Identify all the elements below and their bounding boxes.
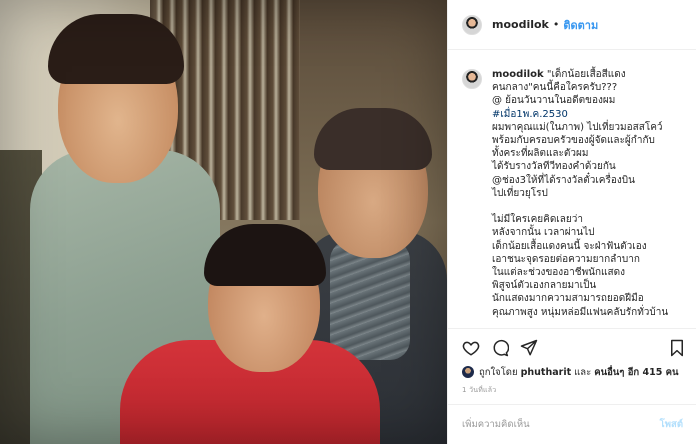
caption-text: moodilok "เด็กน้อยเสื้อสีแดง คนกลาง"คนนี… — [492, 68, 682, 319]
likes-others-link[interactable]: คนอื่นๆ อีก 415 คน — [594, 365, 678, 380]
likes-summary: ถูกใจโดย phutharit และ คนอื่นๆ อีก 415 ค… — [462, 365, 692, 379]
caption-line-4: ผมพาคุณแม่(ในภาพ) ไปเที่ยวมอสสโคว์ — [492, 121, 663, 133]
post-timestamp[interactable]: 1 วันที่แล้ว — [462, 385, 496, 396]
bookmark-icon[interactable] — [668, 339, 686, 357]
header-username[interactable]: moodilok — [492, 18, 549, 31]
caption-line-14: เอาชนะจุดรอยต่อความยากลำบาก — [492, 253, 640, 265]
comment-input[interactable]: เพิ่มความคิดเห็น — [462, 417, 660, 432]
caption-username[interactable]: moodilok — [492, 69, 544, 80]
caption-line-8: @ช่อง3ให้ที่ได้รางวัลตั๋วเครื่องบิน — [492, 174, 635, 186]
caption-line-5: พร้อมกับครอบครัวของผู้จัดและผู้กำกับ — [492, 135, 655, 147]
avatar[interactable] — [462, 14, 482, 35]
caption-line-10 — [492, 200, 682, 213]
caption-avatar[interactable] — [462, 69, 482, 89]
caption-line-1: คนกลาง"คนนี้คือใครครับ??? — [492, 82, 618, 94]
caption-line-11: ไม่มีใครเคยคิดเลยว่า — [492, 214, 583, 226]
post-side-panel: moodilok • ติดตาม moodilok "เด็กน้อยเสื้… — [447, 0, 696, 444]
comment-icon[interactable] — [491, 339, 509, 357]
heart-icon[interactable] — [462, 339, 480, 357]
caption-hashtag[interactable]: #เมื่อ1พ.ค.2530 — [492, 108, 682, 121]
caption-line-17: นักแสดงมากความสามารถยอดฝีมือ — [492, 293, 644, 305]
share-icon[interactable] — [520, 339, 538, 357]
liker-username[interactable]: phutharit — [521, 367, 572, 378]
caption-line-0: moodilok "เด็กน้อยเสื้อสีแดง — [492, 69, 626, 80]
action-bar — [448, 328, 696, 364]
post-comment-button[interactable]: โพสต์ — [660, 417, 683, 432]
caption-line-9: ไปเที่ยวยุโรป — [492, 187, 548, 199]
caption-line-6: ทั้งคระที่ผลิตและตัวผม — [492, 148, 589, 160]
caption-line-12: หลังจากนั้น เวลาผ่านไป — [492, 227, 595, 239]
follow-button[interactable]: ติดตาม — [563, 16, 598, 34]
caption-line-13: เด็กน้อยเสื้อแดงคนนี้ จะฝ่าฟันตัวเอง — [492, 240, 647, 252]
post-photo[interactable] — [0, 0, 447, 444]
likes-prefix: ถูกใจโดย — [479, 366, 518, 378]
post-header: moodilok • ติดตาม — [448, 0, 696, 50]
add-comment-bar: เพิ่มความคิดเห็น โพสต์ — [448, 404, 696, 444]
comment-area[interactable]: moodilok "เด็กน้อยเสื้อสีแดง คนกลาง"คนนี… — [448, 50, 696, 328]
likes-connector: และ — [574, 366, 592, 378]
liker-avatar[interactable] — [462, 366, 474, 378]
caption-line-15: ในแต่ละช่วงของอาชีพนักแสดง — [492, 267, 625, 279]
header-separator: • — [552, 18, 560, 31]
caption-line-7: ได้รับรางวัลทีวีทองคำด้วยกัน — [492, 161, 616, 173]
photo-vignette — [0, 0, 447, 444]
caption: moodilok "เด็กน้อยเสื้อสีแดง คนกลาง"คนนี… — [462, 68, 683, 319]
caption-line-16: พิสูจน์ตัวเองกลายมาเป็น — [492, 280, 597, 292]
caption-line-2: @ ย้อนวันวานในอดีตของผม — [492, 95, 616, 107]
caption-line-18: คุณภาพสูง หนุ่มหล่อมีแฟนคลับรักทั่วบ้าน — [492, 306, 669, 318]
